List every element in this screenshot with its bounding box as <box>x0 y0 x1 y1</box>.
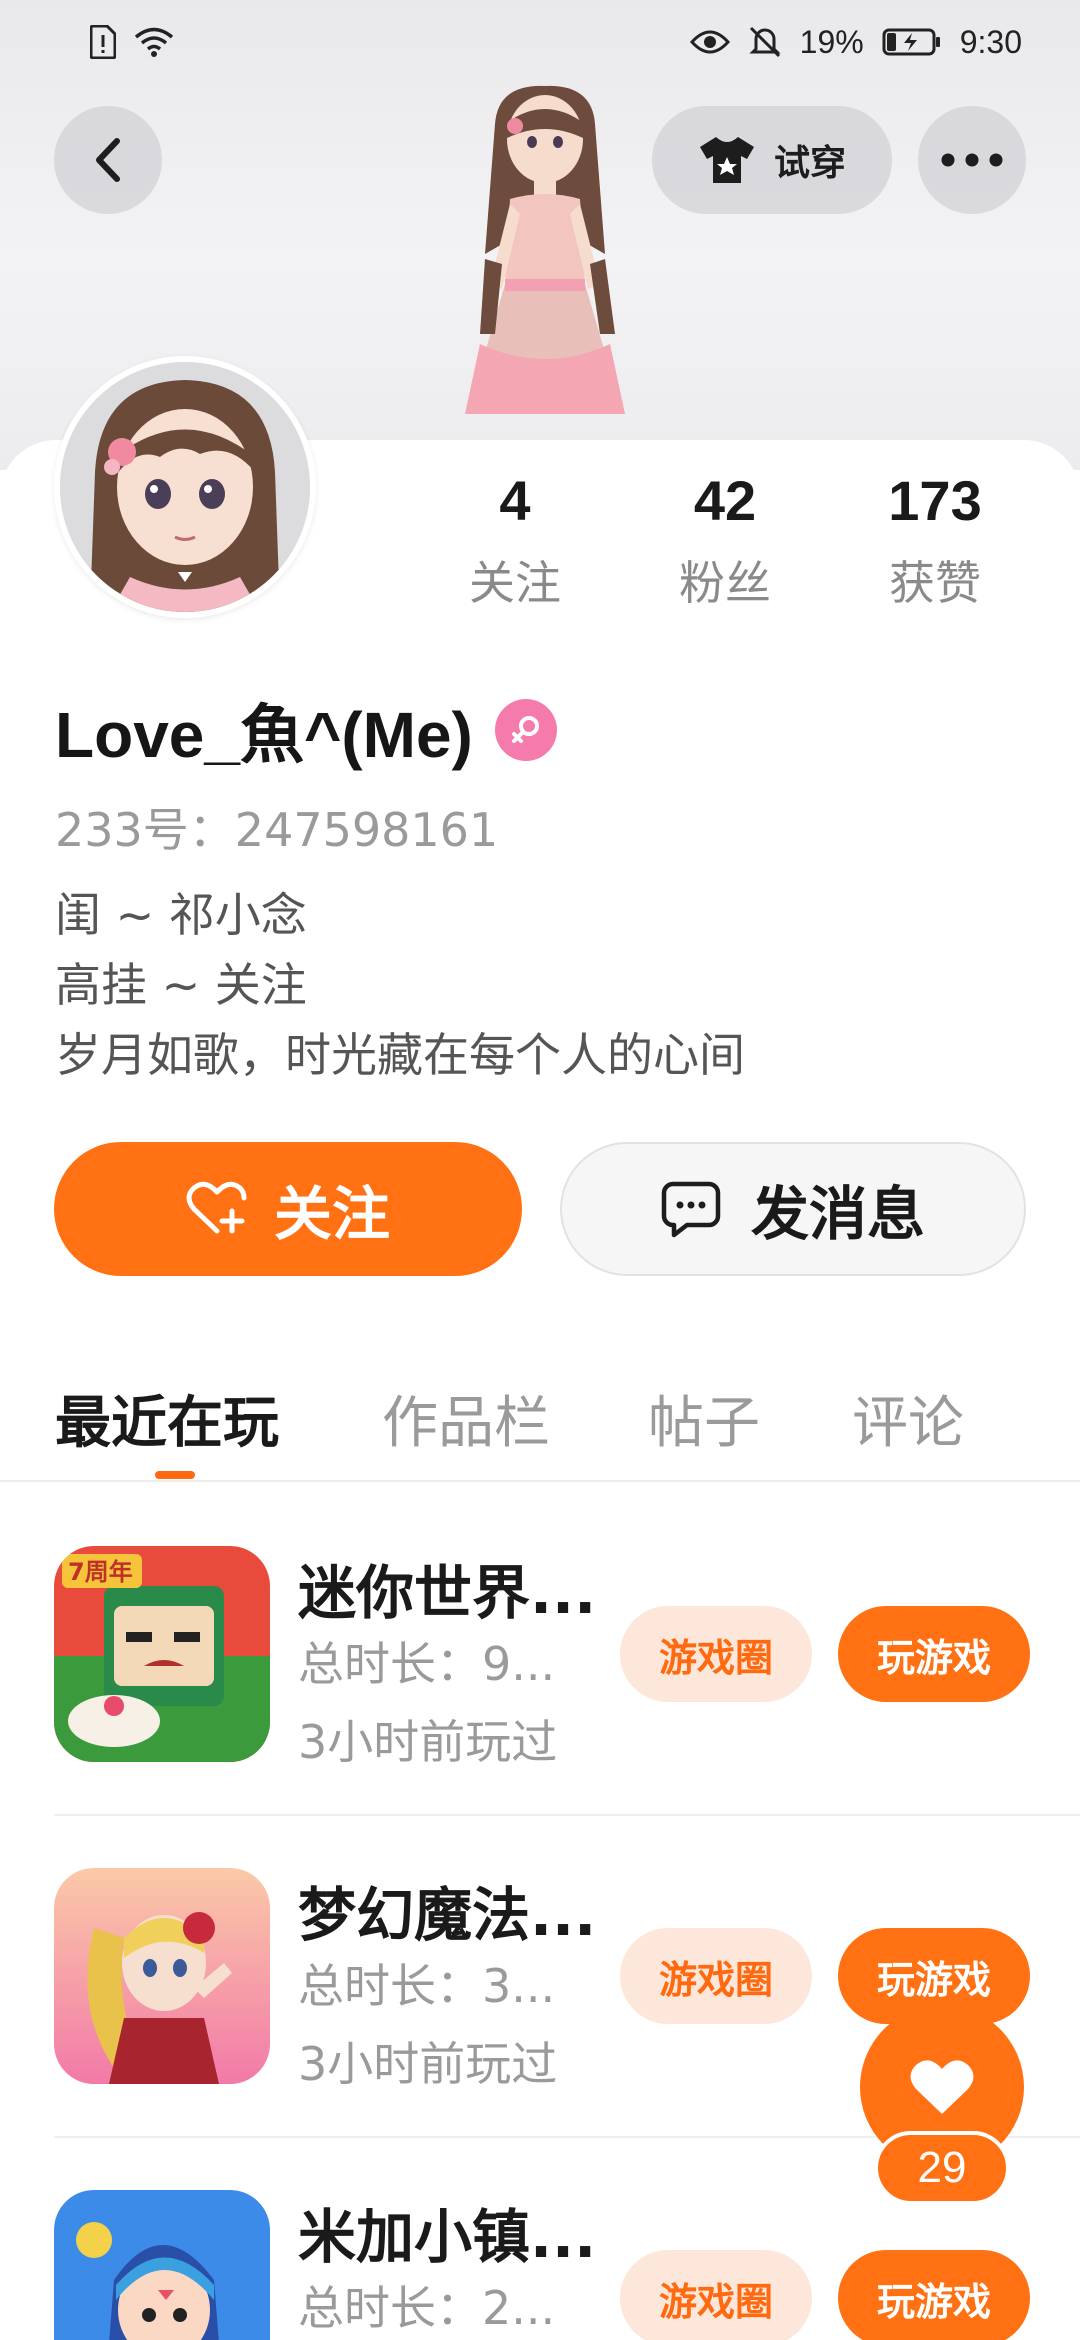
tshirt-star-icon <box>699 137 754 183</box>
username-row: Love_魚^(Me) <box>55 684 557 776</box>
back-button[interactable] <box>54 106 162 214</box>
chevron-left-icon <box>96 138 120 182</box>
avatar-portrait <box>60 362 310 612</box>
game-circle-button[interactable]: 游戏圈 <box>620 1928 812 2024</box>
profile-page: 19% 9:30 试穿 4 关注 42 粉丝 173 获赞 Love_魚^(Me… <box>0 0 1080 2340</box>
more-button[interactable] <box>918 106 1026 214</box>
stat-label: 粉丝 <box>679 556 771 610</box>
follow-button[interactable]: 关注 <box>54 1142 522 1276</box>
game-last-played: 3小时前玩过 <box>298 2037 558 2091</box>
mini-world-icon[interactable]: 7周年 <box>54 1546 270 1762</box>
bio-line: 闺 ~ 祁小念 <box>55 888 307 942</box>
game-duration: 总时长：2... <box>298 2281 556 2335</box>
game-last-played: 3小时前玩过 <box>298 1715 558 1769</box>
sim-alert-icon <box>90 25 116 59</box>
profile-stats: 4 关注 42 粉丝 173 获赞 <box>410 468 1040 613</box>
miga-town-icon[interactable] <box>54 2190 270 2340</box>
stat-label: 关注 <box>469 556 561 610</box>
game-title: 迷你世界... <box>298 1559 597 1627</box>
username: Love_魚^(Me) <box>55 699 473 771</box>
tryon-label: 试穿 <box>773 143 846 184</box>
stat-label: 获赞 <box>889 556 981 610</box>
bio: 闺 ~ 祁小念 高挂 ~ 关注 岁月如歌，时光藏在每个人的心间 <box>55 880 745 1090</box>
game-title: 梦幻魔法... <box>298 1881 597 1949</box>
tab-recently-played[interactable]: 最近在玩 <box>55 1378 279 1459</box>
battery-percent: 19% <box>799 23 864 60</box>
play-game-button[interactable]: 玩游戏 <box>838 2250 1030 2340</box>
heart-plus-icon <box>186 1181 247 1234</box>
status-bar: 19% 9:30 <box>0 0 1080 84</box>
more-dots-icon <box>941 153 1003 167</box>
game-duration: 总时长：9... <box>298 1637 556 1691</box>
like-count: 29 <box>874 2131 1010 2205</box>
game-circle-button[interactable]: 游戏圈 <box>620 1606 812 1702</box>
tab-comments[interactable]: 评论 <box>852 1378 964 1459</box>
floating-like-button[interactable]: 29 <box>860 2005 1024 2215</box>
follow-label: 关注 <box>273 1180 390 1248</box>
avatar-image <box>60 362 310 612</box>
tab-works[interactable]: 作品栏 <box>382 1378 550 1459</box>
stat-value: 173 <box>888 469 982 532</box>
avatar-character-figure <box>465 85 625 414</box>
svg-text:7周年: 7周年 <box>68 1558 133 1586</box>
game-circle-button[interactable]: 游戏圈 <box>620 2250 812 2340</box>
user-id: 233号：247598161 <box>55 803 499 857</box>
game-list-item[interactable]: 7周年 迷你世界... 总时长：9... 3小时前玩过 游戏圈 玩游戏 <box>54 1546 1030 1806</box>
tab-posts[interactable]: 帖子 <box>648 1378 760 1459</box>
stat-value: 42 <box>693 469 757 532</box>
tabs-divider <box>0 1480 1080 1482</box>
stat-likes[interactable]: 173 获赞 <box>830 468 1040 613</box>
message-button[interactable]: 发消息 <box>560 1142 1026 1276</box>
status-left <box>90 25 174 59</box>
eye-icon <box>689 30 730 54</box>
heart-icon <box>910 2060 974 2114</box>
status-right: 19% 9:30 <box>689 23 1022 61</box>
mute-bell-icon <box>749 26 781 58</box>
stat-following[interactable]: 4 关注 <box>410 468 620 613</box>
stat-followers[interactable]: 42 粉丝 <box>620 468 830 613</box>
stat-value: 4 <box>499 469 531 532</box>
tryon-button[interactable]: 试穿 <box>652 106 892 214</box>
wifi-icon <box>134 27 174 57</box>
status-time: 9:30 <box>959 23 1022 60</box>
active-tab-indicator <box>155 1471 195 1479</box>
bio-line: 高挂 ~ 关注 <box>55 958 307 1012</box>
chat-bubble-icon <box>661 1181 721 1238</box>
game-duration: 总时长：3... <box>298 1959 556 2013</box>
game-title: 米加小镇... <box>298 2203 597 2271</box>
message-label: 发消息 <box>750 1180 925 1248</box>
play-game-button[interactable]: 玩游戏 <box>838 1606 1030 1702</box>
row-divider <box>54 1814 1080 1816</box>
female-gender-icon <box>494 699 557 761</box>
battery-charging-icon <box>882 28 940 56</box>
bio-line: 岁月如歌，时光藏在每个人的心间 <box>55 1028 745 1082</box>
avatar[interactable] <box>54 356 316 618</box>
dream-magic-icon[interactable] <box>54 1868 270 2084</box>
profile-tabs: 最近在玩 作品栏 帖子 评论 <box>0 1360 1080 1480</box>
